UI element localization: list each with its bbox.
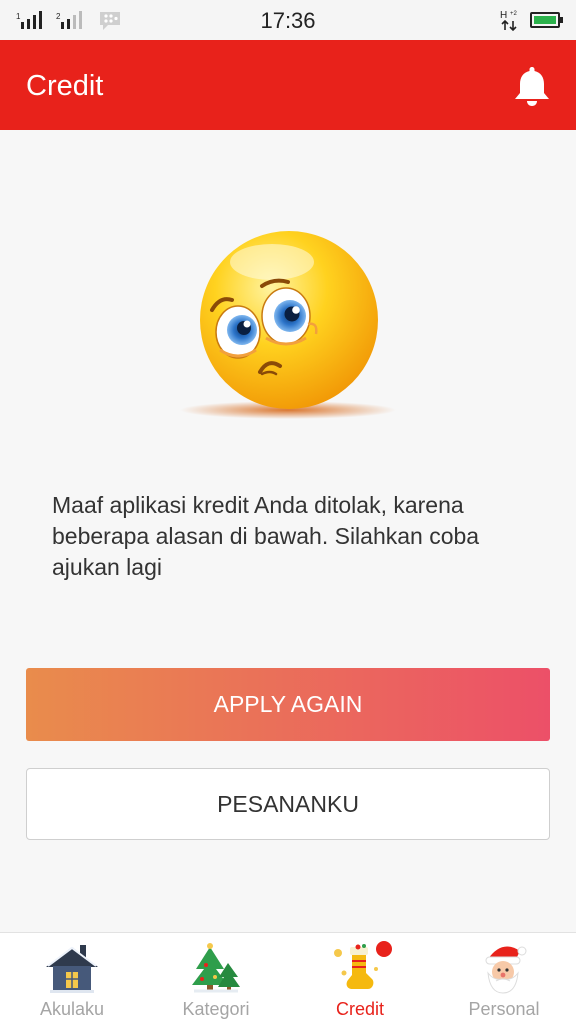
svg-text:H: H (500, 10, 507, 21)
nav-label: Kategori (182, 999, 250, 1019)
status-time: 17:36 (260, 8, 316, 33)
nav-label: Credit (335, 999, 384, 1019)
page-title: Credit (26, 70, 104, 102)
nav-label: Personal (468, 999, 540, 1019)
my-orders-button[interactable]: PESANANKU (26, 768, 550, 840)
stocking-icon (334, 941, 392, 989)
nav-label: Akulaku (39, 999, 105, 1019)
app-bar: Credit (0, 40, 576, 130)
nav-item-personal[interactable]: Personal (432, 933, 576, 1025)
network-h-icon: H +2 (500, 10, 518, 32)
house-icon (46, 945, 98, 993)
rejection-message: Maaf aplikasi kredit Anda ditolak, karen… (52, 492, 480, 580)
bell-icon[interactable] (512, 64, 552, 108)
christmas-tree-icon (192, 943, 240, 993)
bottom-nav: Akulaku Kategori Credit Personal (0, 932, 576, 1025)
sad-emoji-illustration (180, 231, 396, 419)
battery-icon (530, 12, 563, 28)
apply-again-button[interactable]: APPLY AGAIN (26, 668, 550, 741)
svg-text:+2: +2 (510, 11, 518, 17)
santa-icon (485, 946, 527, 994)
status-bar: 1 2 17:36 H +2 (0, 0, 576, 40)
nav-item-akulaku[interactable]: Akulaku (0, 933, 144, 1025)
nav-item-credit[interactable]: Credit (288, 933, 432, 1025)
nav-item-kategori[interactable]: Kategori (144, 933, 288, 1025)
